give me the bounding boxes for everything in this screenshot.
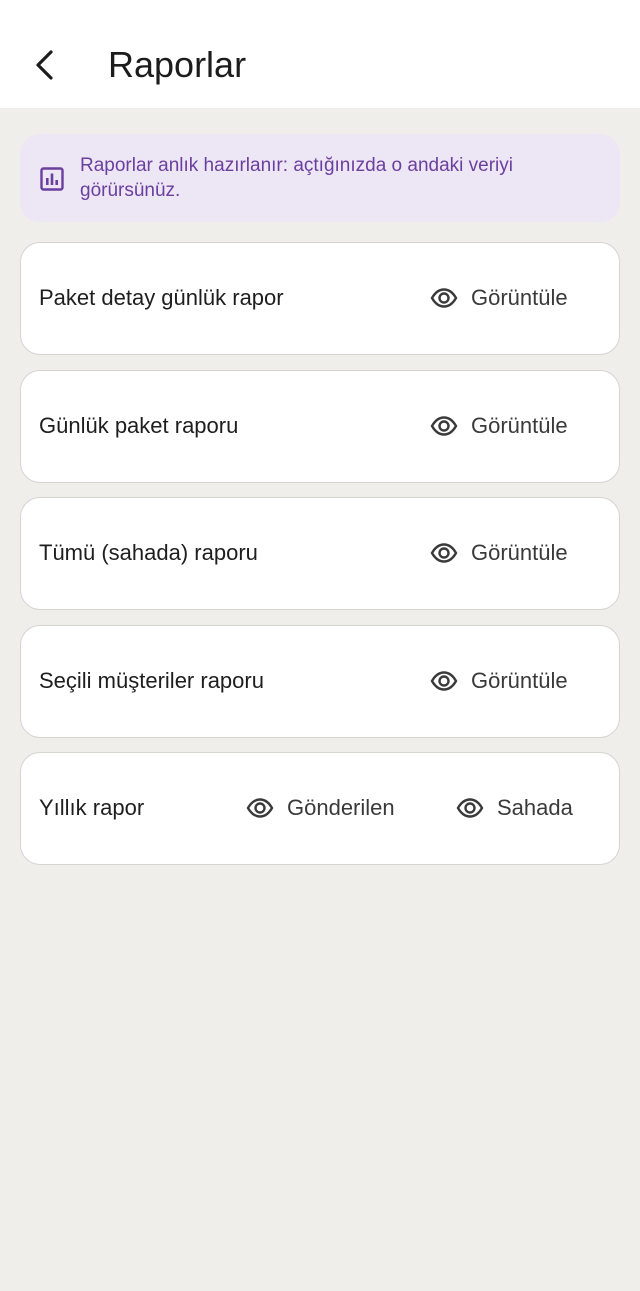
eye-icon <box>430 539 458 567</box>
report-card-yillik: Yıllık rapor Gönderilen Sahada <box>20 752 620 865</box>
eye-icon <box>246 794 274 822</box>
chevron-left-icon <box>36 50 53 80</box>
view-label: Görüntüle <box>471 540 568 565</box>
report-title: Günlük paket raporu <box>39 413 239 438</box>
eye-icon <box>430 667 458 695</box>
view-label: Görüntüle <box>471 413 568 438</box>
info-text: Raporlar anlık hazırlanır: açtığınızda o… <box>80 155 513 201</box>
view-label: Sahada <box>497 795 573 820</box>
report-title: Seçili müşteriler raporu <box>39 668 264 693</box>
report-card-paket-detay: Paket detay günlük rapor Görüntüle <box>20 242 620 355</box>
app-header: Raporlar <box>0 0 640 108</box>
back-button[interactable] <box>18 40 72 90</box>
view-label: Görüntüle <box>471 285 568 310</box>
view-report-button[interactable]: Görüntüle <box>430 371 568 481</box>
report-title: Paket detay günlük rapor <box>39 285 284 310</box>
view-label: Gönderilen <box>287 795 395 820</box>
eye-icon <box>430 284 458 312</box>
bar-chart-icon <box>40 167 64 191</box>
view-gonderilen-button[interactable]: Gönderilen <box>246 753 395 863</box>
view-report-button[interactable]: Görüntüle <box>430 498 568 608</box>
view-report-button[interactable]: Görüntüle <box>430 243 568 353</box>
report-card-gunluk-paket: Günlük paket raporu Görüntüle <box>20 370 620 483</box>
report-card-secili-musteriler: Seçili müşteriler raporu Görüntüle <box>20 625 620 738</box>
page-title: Raporlar <box>108 44 247 85</box>
eye-icon <box>456 794 484 822</box>
report-title: Yıllık rapor <box>39 795 145 820</box>
report-card-tumu-sahada: Tümü (sahada) raporu Görüntüle <box>20 497 620 610</box>
report-title: Tümü (sahada) raporu <box>39 540 258 565</box>
eye-icon <box>430 412 458 440</box>
view-report-button[interactable]: Görüntüle <box>430 626 568 736</box>
info-banner: Raporlar anlık hazırlanır: açtığınızda o… <box>20 134 620 222</box>
view-sahada-button[interactable]: Sahada <box>456 753 573 863</box>
view-label: Görüntüle <box>471 668 568 693</box>
